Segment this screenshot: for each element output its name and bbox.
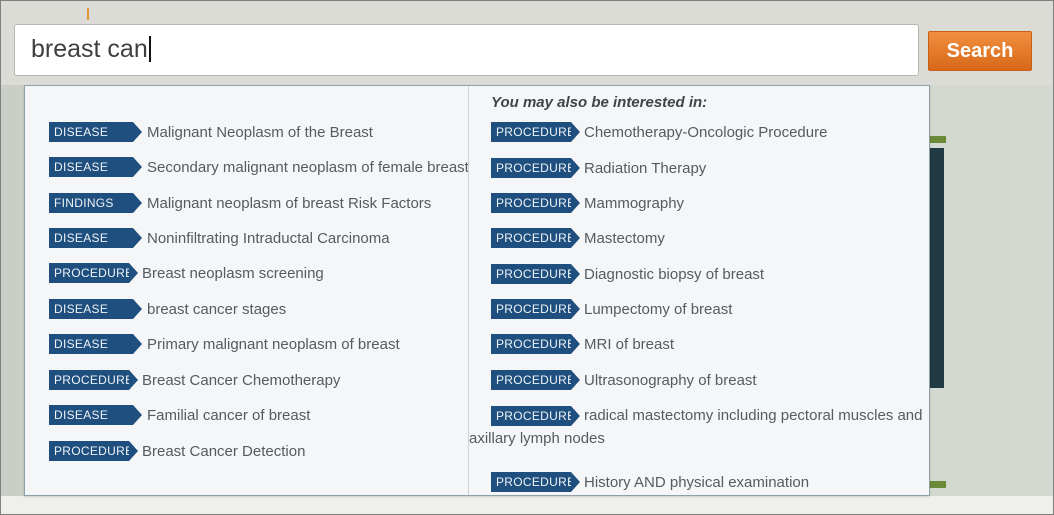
category-tag: PROCEDURE (49, 263, 138, 283)
suggestion-item[interactable]: DISEASE Secondary malignant neoplasm of … (49, 157, 469, 177)
suggestion-label-continued: axillary lymph nodes (469, 430, 605, 447)
suggestion-label: radical mastectomy including pectoral mu… (584, 407, 923, 424)
suggestion-item[interactable]: PROCEDURE Diagnostic biopsy of breast (491, 264, 764, 284)
suggestions-column: DISEASE Malignant Neoplasm of the Breast… (25, 86, 469, 495)
category-tag: PROCEDURE (491, 472, 580, 492)
page-footer-strip (1, 496, 1053, 514)
suggestion-label: Malignant Neoplasm of the Breast (147, 123, 373, 141)
suggestion-label: breast cancer stages (147, 300, 287, 318)
category-tag: PROCEDURE (491, 122, 580, 142)
suggestion-label: Ultrasonography of breast (584, 371, 757, 389)
category-tag: PROCEDURE (491, 193, 580, 213)
suggestion-item[interactable]: PROCEDURE Mammography (491, 193, 684, 213)
suggestion-label: Lumpectomy of breast (584, 300, 733, 318)
suggestion-item[interactable]: PROCEDURE Breast Cancer Detection (49, 441, 305, 461)
category-tag: DISEASE (49, 334, 142, 354)
suggestion-item[interactable]: PROCEDURE History AND physical examinati… (491, 472, 809, 492)
suggestion-item[interactable]: PROCEDURE Radiation Therapy (491, 158, 706, 178)
suggestion-item[interactable]: PROCEDURE Breast neoplasm screening (49, 263, 324, 283)
suggestion-first-line: PROCEDURE radical mastectomy including p… (469, 406, 929, 426)
suggestion-label: Malignant neoplasm of breast Risk Factor… (147, 194, 432, 212)
suggestion-label: Breast Cancer Chemotherapy (142, 371, 341, 389)
category-tag: PROCEDURE (491, 334, 580, 354)
related-suggestions-column: You may also be interested in: PROCEDURE… (469, 86, 929, 495)
category-tag: PROCEDURE (491, 406, 580, 426)
category-tag: PROCEDURE (491, 264, 580, 284)
suggestion-label: MRI of breast (584, 335, 675, 353)
suggestion-item[interactable]: DISEASE Noninfiltrating Intraductal Carc… (49, 228, 390, 248)
suggestion-label: Mammography (584, 194, 685, 212)
related-heading: You may also be interested in: (491, 94, 708, 111)
category-tag: DISEASE (49, 157, 142, 177)
suggestion-label: Mastectomy (584, 229, 665, 247)
suggestion-item[interactable]: PROCEDURE MRI of breast (491, 334, 674, 354)
suggestion-label: Noninfiltrating Intraductal Carcinoma (147, 229, 390, 247)
category-tag: FINDINGS (49, 193, 142, 213)
category-tag: PROCEDURE (491, 158, 580, 178)
category-tag: DISEASE (49, 299, 142, 319)
suggestion-label: Chemotherapy-Oncologic Procedure (584, 123, 828, 141)
suggestion-item[interactable]: PROCEDURE Mastectomy (491, 228, 665, 248)
suggestion-item[interactable]: DISEASE Familial cancer of breast (49, 405, 310, 425)
suggestion-item[interactable]: PROCEDURE Ultrasonography of breast (491, 370, 757, 390)
suggestion-item[interactable]: DISEASE breast cancer stages (49, 299, 286, 319)
suggestion-item[interactable]: DISEASE Primary malignant neoplasm of br… (49, 334, 400, 354)
suggestion-label: Secondary malignant neoplasm of female b… (147, 158, 469, 176)
suggestion-item[interactable]: PROCEDURE radical mastectomy including p… (469, 406, 929, 450)
category-tag: DISEASE (49, 122, 142, 142)
category-tag: PROCEDURE (491, 299, 580, 319)
suggestion-label: Primary malignant neoplasm of breast (147, 335, 400, 353)
mouse-pointer-mark (87, 8, 89, 20)
suggestion-item[interactable]: PROCEDURE Breast Cancer Chemotherapy (49, 370, 340, 390)
suggestion-label: Radiation Therapy (584, 159, 707, 177)
background-dark-panel (930, 148, 944, 388)
search-button[interactable]: Search (928, 31, 1032, 71)
category-tag: DISEASE (49, 405, 142, 425)
suggestion-item[interactable]: DISEASE Malignant Neoplasm of the Breast (49, 122, 373, 142)
category-tag: PROCEDURE (491, 370, 580, 390)
background-panel (930, 85, 1053, 496)
accent-rule-bottom (930, 481, 946, 488)
suggestion-label: History AND physical examination (584, 473, 810, 491)
suggestion-item[interactable]: PROCEDURE Lumpectomy of breast (491, 299, 732, 319)
search-input[interactable]: breast can (14, 24, 919, 76)
suggestion-item[interactable]: FINDINGS Malignant neoplasm of breast Ri… (49, 193, 431, 213)
category-tag: DISEASE (49, 228, 142, 248)
autocomplete-dropdown: DISEASE Malignant Neoplasm of the Breast… (24, 85, 930, 496)
category-tag: PROCEDURE (49, 370, 138, 390)
category-tag: PROCEDURE (491, 228, 580, 248)
suggestion-label: Breast neoplasm screening (142, 264, 324, 282)
category-tag: PROCEDURE (49, 441, 138, 461)
suggestion-item[interactable]: PROCEDURE Chemotherapy-Oncologic Procedu… (491, 122, 827, 142)
suggestion-label: Diagnostic biopsy of breast (584, 265, 765, 283)
search-input-value: breast can (31, 35, 148, 63)
suggestion-label: Familial cancer of breast (147, 406, 311, 424)
text-caret (148, 36, 151, 62)
accent-rule-top (930, 136, 946, 143)
suggestion-label: Breast Cancer Detection (142, 442, 306, 460)
